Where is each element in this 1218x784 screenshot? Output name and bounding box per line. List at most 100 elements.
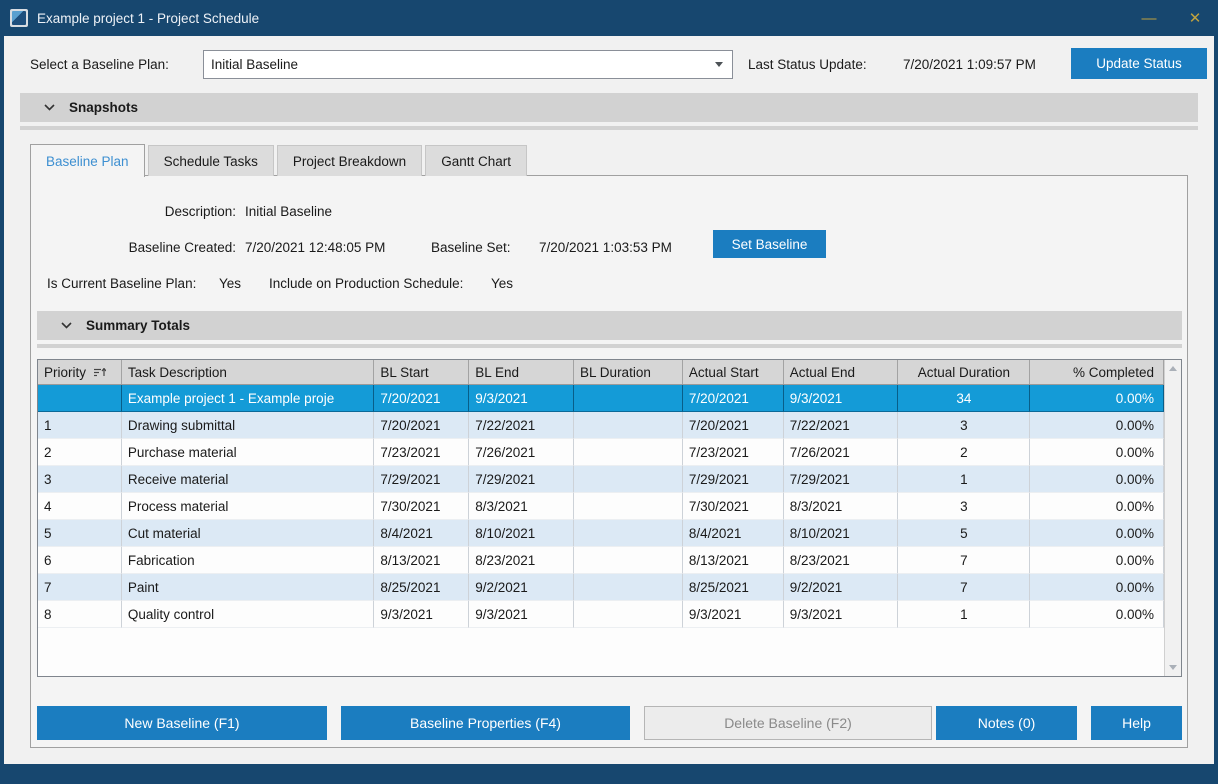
table-row[interactable]: 7Paint8/25/20219/2/20218/25/20219/2/2021… — [38, 574, 1164, 601]
cell-bl-end: 7/22/2021 — [469, 412, 574, 439]
table-row[interactable]: 2Purchase material7/23/20217/26/20217/23… — [38, 439, 1164, 466]
cell-bl-duration — [574, 412, 683, 439]
summary-divider — [37, 344, 1182, 348]
cell-completed: 0.00% — [1030, 466, 1164, 493]
cell-priority: 8 — [38, 601, 122, 628]
cell-actual-end: 7/29/2021 — [784, 466, 899, 493]
column-header-actual-start[interactable]: Actual Start — [683, 360, 784, 384]
snapshots-section-header[interactable]: Snapshots — [20, 93, 1198, 122]
cell-actual-duration: 5 — [898, 520, 1030, 547]
snapshots-divider — [20, 126, 1198, 130]
cell-actual-duration: 1 — [898, 466, 1030, 493]
window-border-left — [0, 36, 4, 764]
cell-priority: 5 — [38, 520, 122, 547]
table-row[interactable]: 5Cut material8/4/20218/10/20218/4/20218/… — [38, 520, 1164, 547]
baseline-set-label: Baseline Set: — [431, 240, 511, 255]
include-production-label: Include on Production Schedule: — [269, 276, 463, 291]
cell-bl-duration — [574, 385, 683, 412]
table-header: PriorityTask DescriptionBL StartBL EndBL… — [38, 360, 1164, 385]
summary-totals-title: Summary Totals — [86, 318, 190, 333]
column-header-bl-duration[interactable]: BL Duration — [574, 360, 683, 384]
snapshots-title: Snapshots — [69, 100, 138, 115]
cell-actual-end: 7/22/2021 — [784, 412, 899, 439]
scroll-up-icon[interactable] — [1165, 360, 1181, 377]
cell-task-description: Purchase material — [122, 439, 375, 466]
cell-bl-end: 8/3/2021 — [469, 493, 574, 520]
new-baseline-f1-button[interactable]: New Baseline (F1) — [37, 706, 327, 740]
cell-bl-duration — [574, 439, 683, 466]
window-border-right — [1214, 36, 1218, 764]
table-row[interactable]: 1Drawing submittal7/20/20217/22/20217/20… — [38, 412, 1164, 439]
cell-actual-end: 9/3/2021 — [784, 601, 899, 628]
description-label: Description: — [31, 204, 236, 219]
cell-priority: 4 — [38, 493, 122, 520]
cell-priority: 6 — [38, 547, 122, 574]
help-button[interactable]: Help — [1091, 706, 1182, 740]
cell-task-description: Receive material — [122, 466, 375, 493]
update-status-button[interactable]: Update Status — [1071, 48, 1207, 79]
cell-bl-end: 7/29/2021 — [469, 466, 574, 493]
table-row[interactable]: 6Fabrication8/13/20218/23/20218/13/20218… — [38, 547, 1164, 574]
column-header-actual-end[interactable]: Actual End — [784, 360, 899, 384]
cell-bl-end: 9/2/2021 — [469, 574, 574, 601]
table-body: Example project 1 - Example proje7/20/20… — [38, 385, 1164, 628]
last-status-value: 7/20/2021 1:09:57 PM — [903, 57, 1036, 72]
cell-bl-end: 8/10/2021 — [469, 520, 574, 547]
baseline-created-label: Baseline Created: — [31, 240, 236, 255]
cell-actual-start: 7/30/2021 — [683, 493, 784, 520]
cell-actual-end: 8/23/2021 — [784, 547, 899, 574]
include-production-value: Yes — [491, 276, 513, 291]
column-header-bl-start[interactable]: BL Start — [374, 360, 469, 384]
column-header-completed[interactable]: % Completed — [1030, 360, 1164, 384]
cell-actual-start: 7/20/2021 — [683, 412, 784, 439]
table-row[interactable]: 4Process material7/30/20218/3/20217/30/2… — [38, 493, 1164, 520]
sort-icon — [94, 365, 106, 380]
tab-project-breakdown[interactable]: Project Breakdown — [277, 145, 422, 176]
baseline-properties-f4-button[interactable]: Baseline Properties (F4) — [341, 706, 630, 740]
cell-completed: 0.00% — [1030, 520, 1164, 547]
cell-task-description: Process material — [122, 493, 375, 520]
close-button[interactable]: ✕ — [1172, 0, 1218, 36]
cell-actual-duration: 1 — [898, 601, 1030, 628]
column-header-task-description[interactable]: Task Description — [122, 360, 375, 384]
cell-bl-start: 8/25/2021 — [374, 574, 469, 601]
summary-totals-section-header[interactable]: Summary Totals — [37, 311, 1182, 340]
notes-0-button[interactable]: Notes (0) — [936, 706, 1077, 740]
cell-completed: 0.00% — [1030, 439, 1164, 466]
summary-table: PriorityTask DescriptionBL StartBL EndBL… — [37, 359, 1182, 677]
cell-bl-start: 7/29/2021 — [374, 466, 469, 493]
cell-actual-start: 8/25/2021 — [683, 574, 784, 601]
table-row[interactable]: Example project 1 - Example proje7/20/20… — [38, 385, 1164, 412]
cell-bl-start: 8/4/2021 — [374, 520, 469, 547]
column-header-actual-duration[interactable]: Actual Duration — [898, 360, 1030, 384]
cell-actual-start: 7/29/2021 — [683, 466, 784, 493]
cell-bl-duration — [574, 547, 683, 574]
window-border-bottom — [0, 764, 1218, 784]
column-header-priority[interactable]: Priority — [38, 360, 122, 384]
table-row[interactable]: 3Receive material7/29/20217/29/20217/29/… — [38, 466, 1164, 493]
vertical-scrollbar[interactable] — [1164, 360, 1181, 676]
cell-bl-duration — [574, 574, 683, 601]
cell-priority: 2 — [38, 439, 122, 466]
table-row[interactable]: 8Quality control9/3/20219/3/20219/3/2021… — [38, 601, 1164, 628]
cell-priority: 1 — [38, 412, 122, 439]
column-header-bl-end[interactable]: BL End — [469, 360, 574, 384]
baseline-plan-panel: Description: Initial Baseline Baseline C… — [30, 175, 1188, 748]
app-icon — [10, 9, 28, 27]
scroll-down-icon[interactable] — [1165, 659, 1181, 676]
baseline-plan-select[interactable]: Initial Baseline — [203, 50, 733, 79]
cell-priority — [38, 385, 122, 412]
cell-completed: 0.00% — [1030, 574, 1164, 601]
cell-bl-end: 9/3/2021 — [469, 601, 574, 628]
cell-actual-end: 8/10/2021 — [784, 520, 899, 547]
cell-bl-duration — [574, 520, 683, 547]
cell-task-description: Paint — [122, 574, 375, 601]
minimize-button[interactable]: — — [1126, 0, 1172, 36]
titlebar[interactable]: Example project 1 - Project Schedule — ✕ — [0, 0, 1218, 36]
tab-gantt-chart[interactable]: Gantt Chart — [425, 145, 527, 176]
tab-schedule-tasks[interactable]: Schedule Tasks — [148, 145, 274, 176]
is-current-value: Yes — [219, 276, 241, 291]
cell-task-description: Quality control — [122, 601, 375, 628]
set-baseline-button[interactable]: Set Baseline — [713, 230, 826, 258]
tab-baseline-plan[interactable]: Baseline Plan — [30, 144, 145, 177]
